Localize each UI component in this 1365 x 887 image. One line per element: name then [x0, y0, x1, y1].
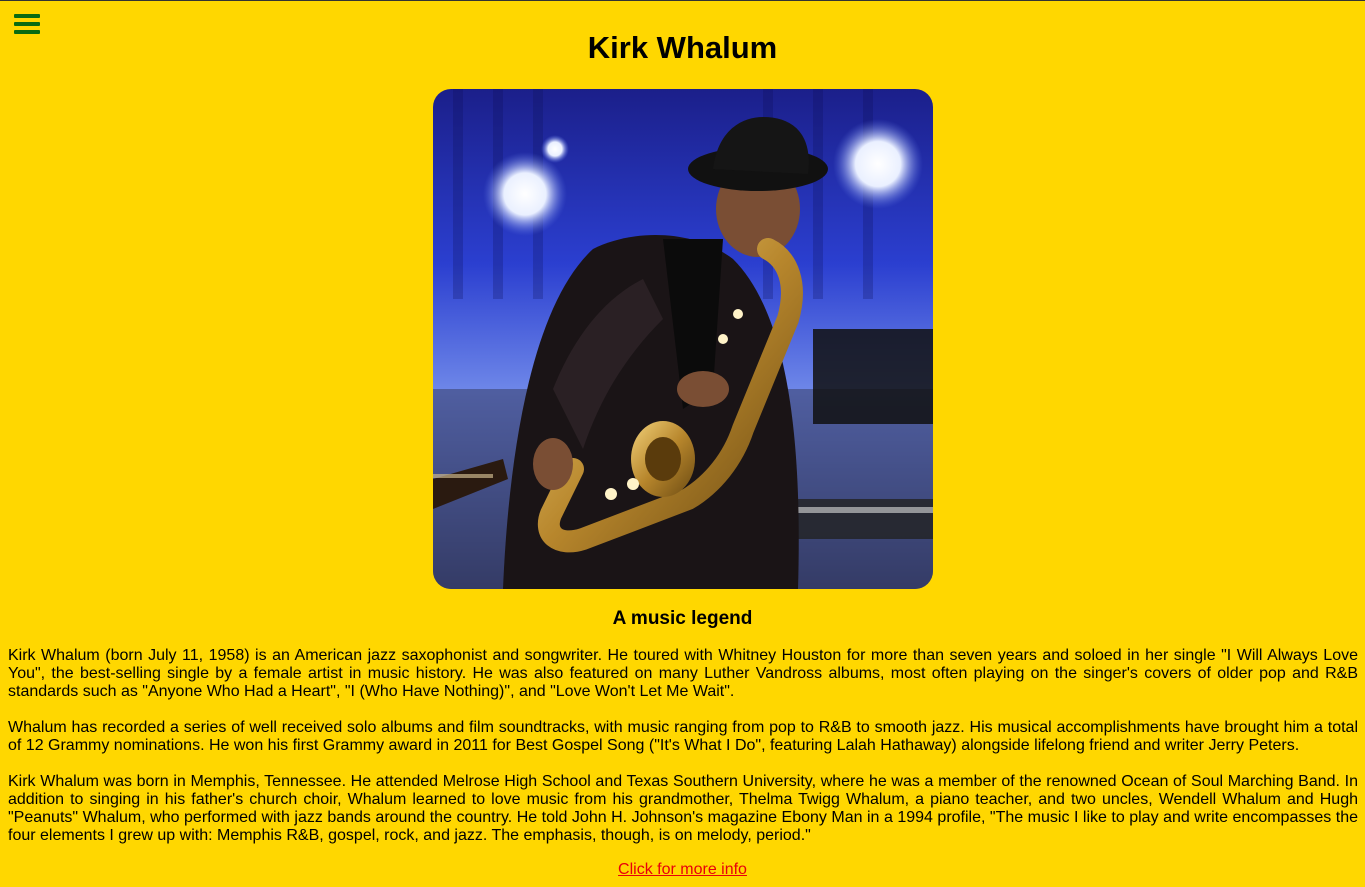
biography: Kirk Whalum (born July 11, 1958) is an A… — [8, 647, 1358, 863]
more-info-link[interactable]: Click for more info — [618, 861, 747, 878]
bio-paragraph: Whalum has recorded a series of well rec… — [8, 719, 1358, 754]
top-border — [0, 0, 1365, 1]
photo-caption: A music legend — [612, 608, 753, 629]
bio-paragraph: Kirk Whalum (born July 11, 1958) is an A… — [8, 647, 1358, 700]
more-info-container: Click for more info — [0, 861, 1365, 879]
artist-photo — [433, 89, 933, 589]
page-title: Kirk Whalum — [587, 30, 778, 65]
menu-bar — [14, 22, 40, 26]
bio-paragraph: Kirk Whalum was born in Memphis, Tenness… — [8, 773, 1358, 844]
menu-bar — [14, 14, 40, 18]
